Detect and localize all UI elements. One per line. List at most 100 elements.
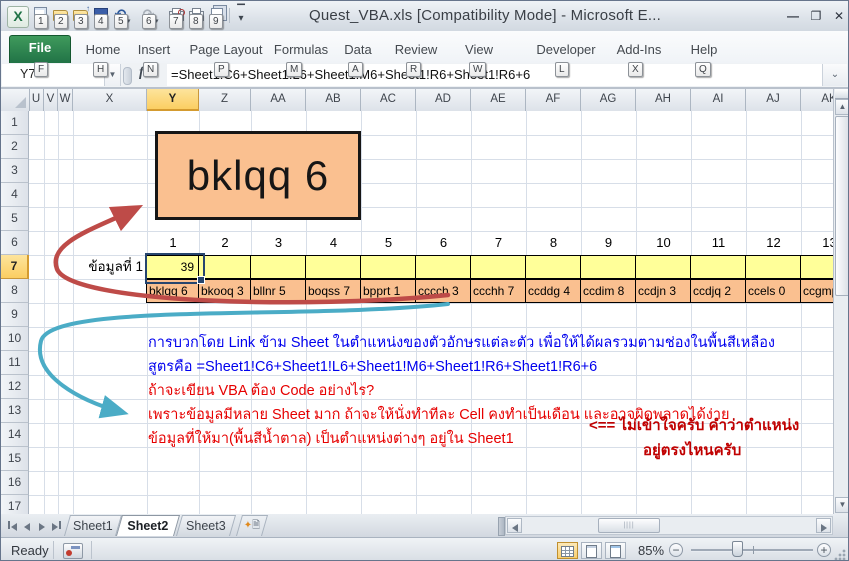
cell-yellow[interactable] xyxy=(745,255,801,279)
cell-yellow[interactable] xyxy=(580,255,636,279)
ribbon-tab-page-layout[interactable]: Page Layout xyxy=(187,38,265,62)
horizontal-scroll-thumb[interactable]: |||| xyxy=(598,518,660,533)
spreadsheet-grid[interactable]: 1234567891011121314151617 12345678910111… xyxy=(1,111,833,514)
cell-brown[interactable]: bpprt 1 xyxy=(360,279,416,303)
ribbon-tab-review[interactable]: Review xyxy=(391,38,441,62)
ribbon-tab-help[interactable]: Help xyxy=(683,38,725,62)
scroll-up-icon[interactable]: ▲ xyxy=(835,99,849,115)
fill-handle[interactable] xyxy=(197,276,205,284)
cell-row7-label[interactable]: ข้อมูลที่ 1 xyxy=(73,255,143,279)
column-header-AD[interactable]: AD xyxy=(416,89,471,111)
row-header-8[interactable]: 8 xyxy=(1,279,29,303)
scroll-left-icon[interactable] xyxy=(507,518,522,533)
column-header-W[interactable]: W xyxy=(58,89,73,111)
sheet-tab-sheet1[interactable]: Sheet1 xyxy=(64,515,122,536)
normal-view-button[interactable] xyxy=(557,542,578,559)
column-header-AH[interactable]: AH xyxy=(636,89,691,111)
vertical-scrollbar[interactable]: ▲ ▼ xyxy=(833,89,849,514)
cell-brown[interactable]: ccdim 8 xyxy=(580,279,636,303)
column-header-AC[interactable]: AC xyxy=(361,89,416,111)
column-header-AK[interactable]: AK xyxy=(801,89,833,111)
cell-number[interactable]: 10 xyxy=(636,231,691,255)
row-header-17[interactable]: 17 xyxy=(1,495,29,514)
column-header-X[interactable]: X xyxy=(73,89,147,111)
callout-shape[interactable]: bklqq 6 xyxy=(155,131,361,220)
cell-number[interactable]: 1 xyxy=(147,231,199,255)
cell-yellow[interactable] xyxy=(360,255,416,279)
cell-yellow[interactable] xyxy=(305,255,361,279)
row-header-5[interactable]: 5 xyxy=(1,207,29,231)
cell-number[interactable]: 7 xyxy=(471,231,526,255)
row-header-3[interactable]: 3 xyxy=(1,159,29,183)
column-header-V[interactable]: V xyxy=(44,89,58,111)
column-header-AB[interactable]: AB xyxy=(306,89,361,111)
ribbon-tab-add-ins[interactable]: Add-Ins xyxy=(611,38,667,62)
vertical-scroll-thumb[interactable] xyxy=(835,116,849,296)
cell-number[interactable]: 8 xyxy=(526,231,581,255)
row-header-4[interactable]: 4 xyxy=(1,183,29,207)
cell-number[interactable]: 11 xyxy=(691,231,746,255)
row-header-6[interactable]: 6 xyxy=(1,231,29,255)
row-header-7[interactable]: 7 xyxy=(1,255,29,279)
cell-brown[interactable]: ccdjq 2 xyxy=(690,279,746,303)
cell-number[interactable]: 3 xyxy=(251,231,306,255)
row-header-13[interactable]: 13 xyxy=(1,399,29,423)
column-header-Z[interactable]: Z xyxy=(199,89,251,111)
cell-yellow[interactable] xyxy=(525,255,581,279)
column-header-AI[interactable]: AI xyxy=(691,89,746,111)
tab-splitter[interactable] xyxy=(498,517,505,536)
cell-yellow[interactable] xyxy=(690,255,746,279)
customize-qat-icon[interactable]: ▔▾ xyxy=(233,7,249,24)
column-header-AE[interactable]: AE xyxy=(471,89,526,111)
zoom-slider-track[interactable] xyxy=(691,549,813,552)
cell-brown[interactable]: ccchh 7 xyxy=(470,279,526,303)
cell-number[interactable]: 4 xyxy=(306,231,361,255)
vertical-split-box[interactable] xyxy=(835,89,849,99)
insert-worksheet-tab[interactable]: ✦🗎 xyxy=(236,515,268,536)
page-break-view-button[interactable] xyxy=(605,542,626,559)
cell-yellow[interactable] xyxy=(198,255,251,279)
column-header-AJ[interactable]: AJ xyxy=(746,89,801,111)
cell-number[interactable]: 13 xyxy=(801,231,833,255)
column-header-AG[interactable]: AG xyxy=(581,89,636,111)
formula-input[interactable]: =Sheet1!C6+Sheet1!L6+Sheet1!M6+Sheet1!R6… xyxy=(167,64,822,86)
cell-yellow[interactable] xyxy=(415,255,471,279)
column-header-AF[interactable]: AF xyxy=(526,89,581,111)
cell-yellow[interactable] xyxy=(800,255,833,279)
column-header-U[interactable]: U xyxy=(29,89,44,111)
cell-brown[interactable]: cccch 3 xyxy=(415,279,471,303)
cell-yellow[interactable] xyxy=(470,255,526,279)
name-box[interactable]: Y7 xyxy=(2,64,105,86)
name-box-splitter[interactable] xyxy=(123,67,132,85)
ribbon-tab-insert[interactable]: Insert xyxy=(132,38,176,62)
first-sheet-icon[interactable] xyxy=(5,518,19,533)
close-button[interactable]: ✕ xyxy=(829,9,849,25)
zoom-out-icon[interactable]: − xyxy=(669,543,683,557)
ribbon-tab-developer[interactable]: Developer xyxy=(533,38,599,62)
select-all-corner[interactable] xyxy=(1,89,30,111)
excel-logo-icon[interactable]: X xyxy=(7,6,29,28)
ribbon-tab-data[interactable]: Data xyxy=(337,38,379,62)
row-header-9[interactable]: 9 xyxy=(1,303,29,327)
cell-number[interactable]: 2 xyxy=(199,231,251,255)
cell-brown[interactable]: ccddg 4 xyxy=(525,279,581,303)
zoom-in-icon[interactable]: + xyxy=(817,543,831,557)
cell-number[interactable]: 6 xyxy=(416,231,471,255)
cell-brown[interactable]: ccels 0 xyxy=(745,279,801,303)
minimize-button[interactable]: — xyxy=(783,9,803,25)
row-header-1[interactable]: 1 xyxy=(1,111,29,135)
last-sheet-icon[interactable] xyxy=(50,518,64,533)
resize-grip[interactable] xyxy=(833,548,846,561)
horizontal-scrollbar[interactable]: |||| xyxy=(505,516,833,535)
cell-brown[interactable]: bllnr 5 xyxy=(250,279,306,303)
ribbon-tab-view[interactable]: View xyxy=(457,38,501,62)
row-header-11[interactable]: 11 xyxy=(1,351,29,375)
previous-sheet-icon[interactable] xyxy=(20,518,34,533)
ribbon-tab-home[interactable]: Home xyxy=(80,38,126,62)
scroll-down-icon[interactable]: ▼ xyxy=(835,497,849,513)
ribbon-tab-file[interactable]: File xyxy=(9,35,71,63)
macro-record-icon[interactable] xyxy=(63,543,83,559)
zoom-level[interactable]: 85% xyxy=(638,543,664,558)
zoom-slider-thumb[interactable] xyxy=(732,541,743,557)
row-header-16[interactable]: 16 xyxy=(1,471,29,495)
